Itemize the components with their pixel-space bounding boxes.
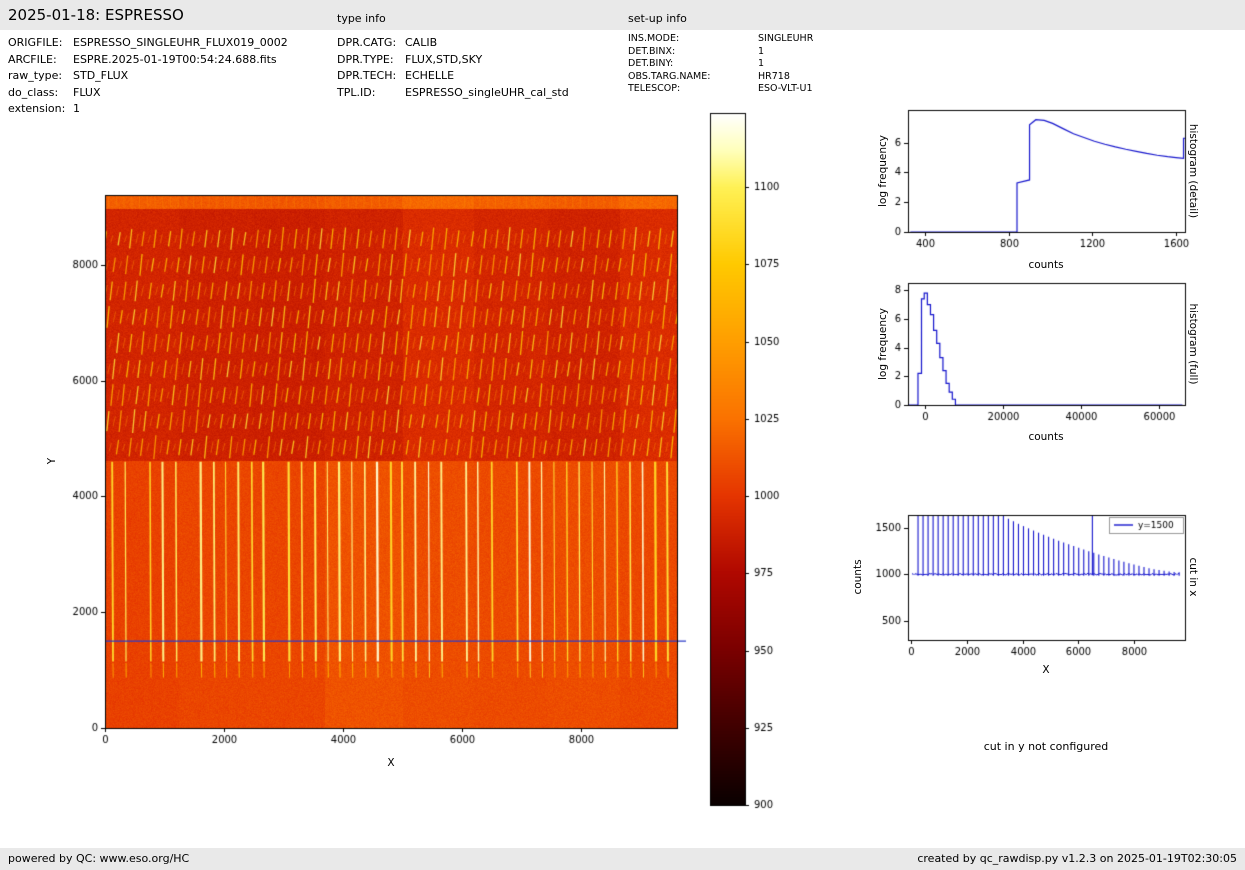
cut-yaxis-label: counts: [852, 559, 864, 595]
qc-report-page: 2025-01-18: ESPRESSO type info set-up in…: [0, 0, 1245, 870]
setup-info-row: TELESCOP: ESO-VLT-U1: [0, 83, 1245, 97]
field-label: DET.BINX:: [628, 45, 676, 57]
header-bar: 2025-01-18: ESPRESSO type info set-up in…: [0, 0, 1245, 30]
field-value: HR718: [758, 70, 790, 82]
colorbar: [708, 110, 808, 810]
footer-left-text: powered by QC: www.eso.org/HC: [8, 852, 190, 865]
hist-full-side-label: histogram (full): [1187, 303, 1199, 385]
field-label: INS.MODE:: [628, 33, 680, 44]
histogram-detail-plot: [858, 98, 1198, 278]
setup-info-heading: set-up info: [628, 12, 687, 25]
footer-bar: powered by QC: www.eso.org/HC created by…: [0, 848, 1245, 870]
hist-full-yaxis-label: log frequency: [877, 307, 889, 381]
hist-detail-xaxis-label: counts: [1028, 259, 1064, 271]
field-value: SINGLEUHR: [758, 33, 814, 44]
field-value: ESO-VLT-U1: [758, 83, 813, 94]
cut-side-label: cut in x: [1187, 557, 1199, 597]
field-label: extension:: [8, 102, 66, 115]
hist-detail-yaxis-label: log frequency: [877, 134, 889, 208]
histogram-full-plot: [858, 271, 1198, 451]
field-label: TELESCOP:: [628, 83, 681, 94]
cut-xaxis-label: X: [1042, 664, 1050, 676]
cut-y-note: cut in y not configured: [983, 740, 1109, 753]
hist-detail-side-label: histogram (detail): [1187, 123, 1199, 219]
type-info-heading: type info: [337, 12, 386, 25]
footer-right-text: created by qc_rawdisp.py v1.2.3 on 2025-…: [917, 852, 1237, 865]
field-value: 1: [758, 45, 765, 57]
field-label: OBS.TARG.NAME:: [628, 70, 711, 82]
field-label: DET.BINY:: [628, 58, 674, 69]
page-title: 2025-01-18: ESPRESSO: [8, 6, 184, 24]
field-value: 1: [73, 102, 80, 115]
main-xaxis-label: X: [387, 757, 395, 769]
field-value: 1: [758, 58, 765, 69]
raw-image-plot: [60, 185, 695, 770]
main-yaxis-label: Y: [46, 457, 58, 465]
hist-full-xaxis-label: counts: [1028, 431, 1064, 443]
cut-in-x-plot: [858, 503, 1198, 683]
